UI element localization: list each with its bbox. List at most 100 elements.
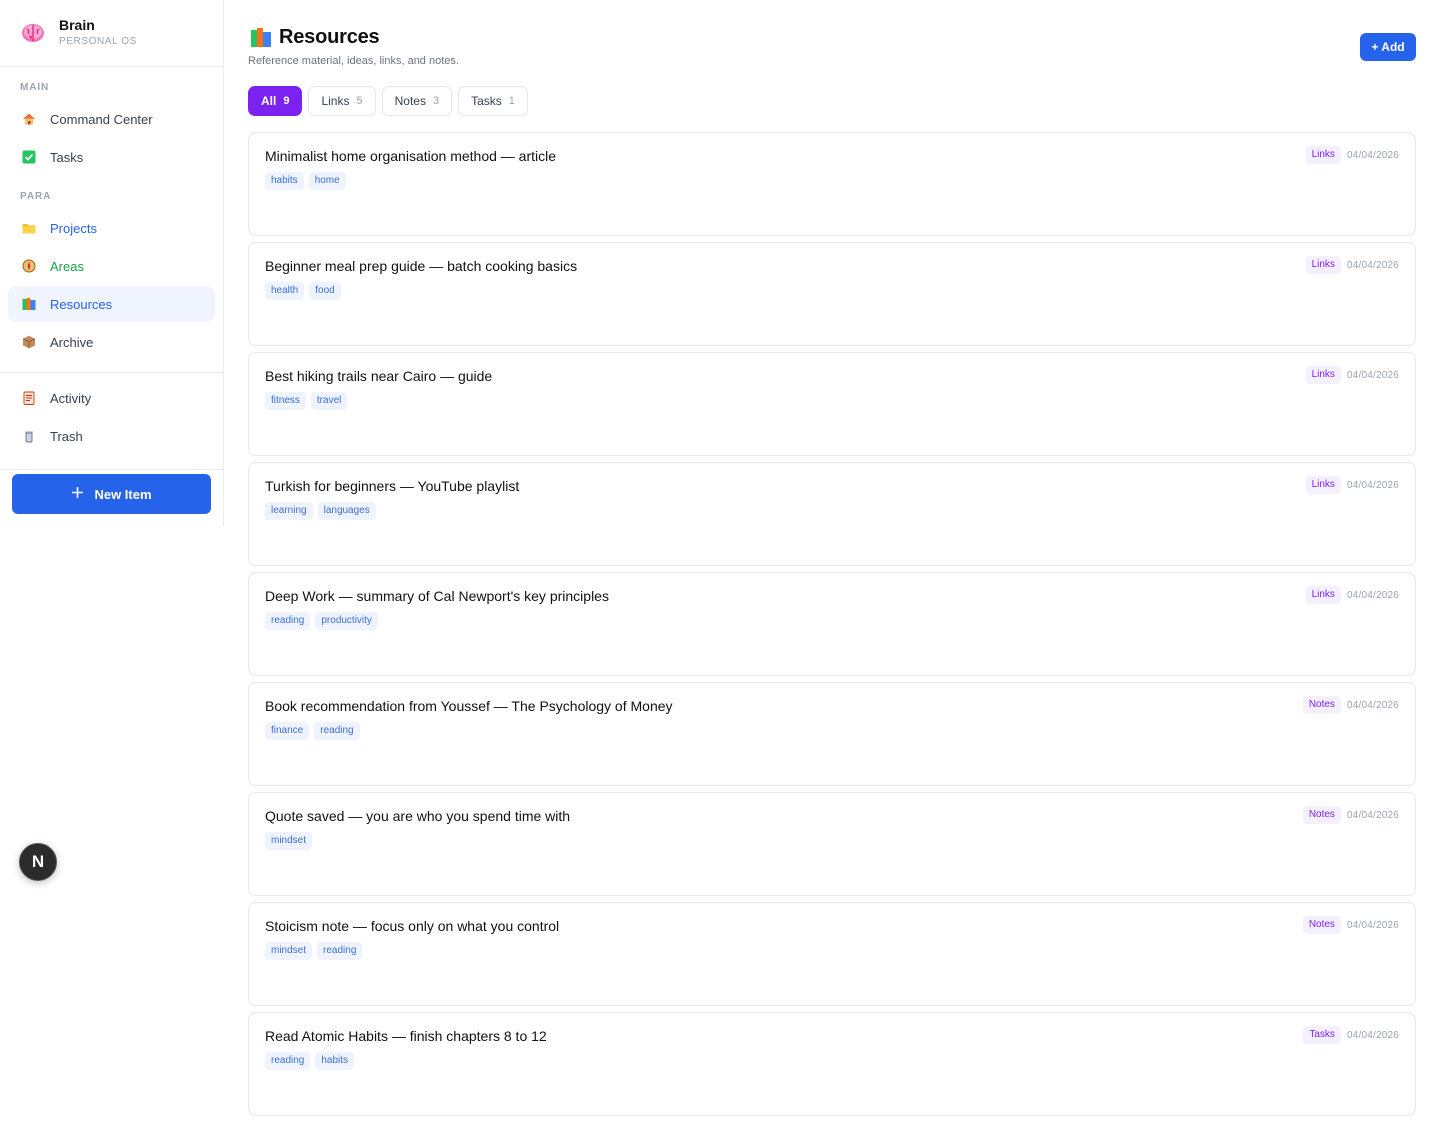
sidebar-item-archive[interactable]: Archive — [8, 324, 215, 360]
resource-date: 04/04/2026 — [1346, 149, 1399, 161]
resource-card[interactable]: Minimalist home organisation method — ar… — [248, 132, 1416, 236]
resource-date: 04/04/2026 — [1346, 479, 1399, 491]
sidebar-item-projects[interactable]: Projects — [8, 210, 215, 246]
add-button[interactable]: + Add — [1360, 33, 1416, 61]
type-badge: Notes — [1302, 696, 1341, 714]
main-content: Resources Reference material, ideas, lin… — [248, 0, 1416, 1116]
resource-title: Book recommendation from Youssef — The P… — [265, 698, 673, 714]
sidebar-item-label: Tasks — [50, 149, 84, 165]
resource-date: 04/04/2026 — [1346, 259, 1399, 271]
sidebar-item-activity[interactable]: Activity — [8, 380, 215, 416]
sidebar-item-areas[interactable]: Areas — [8, 248, 215, 284]
resource-card[interactable]: Turkish for beginners — YouTube playlist… — [248, 462, 1416, 566]
resource-title: Turkish for beginners — YouTube playlist — [265, 478, 520, 494]
resource-title: Quote saved — you are who you spend time… — [265, 808, 571, 824]
clipboard-icon — [22, 391, 36, 405]
resource-card[interactable]: Best hiking trails near Cairo — guide fi… — [248, 352, 1416, 456]
resource-date: 04/04/2026 — [1346, 809, 1399, 821]
package-icon — [22, 335, 36, 349]
sidebar-item-label: Resources — [50, 296, 113, 312]
sidebar-item-resources[interactable]: Resources — [8, 286, 215, 322]
tag[interactable]: languages — [317, 502, 376, 520]
tag-list: learning languages — [265, 502, 376, 520]
type-badge: Notes — [1302, 916, 1341, 934]
tag[interactable]: travel — [310, 392, 348, 410]
compass-icon — [22, 259, 36, 273]
filter-tab-tasks[interactable]: Tasks 1 — [458, 86, 528, 116]
resource-title: Beginner meal prep guide — batch cooking… — [265, 258, 578, 274]
sidebar-item-label: Archive — [50, 334, 94, 350]
resource-card[interactable]: Beginner meal prep guide — batch cooking… — [248, 242, 1416, 346]
tag[interactable]: learning — [265, 502, 313, 520]
resource-card[interactable]: Deep Work — summary of Cal Newport's key… — [248, 572, 1416, 676]
tag[interactable]: finance — [265, 722, 310, 740]
tag[interactable]: productivity — [315, 612, 378, 630]
tag[interactable]: habits — [315, 1052, 355, 1070]
tag[interactable]: reading — [317, 942, 363, 960]
sidebar-item-trash[interactable]: Trash — [8, 418, 215, 454]
resource-date: 04/04/2026 — [1346, 589, 1399, 601]
resource-meta: Links 04/04/2026 — [1305, 146, 1399, 164]
filter-tabs: All 9 Links 5 Notes 3 Tasks 1 — [248, 86, 528, 116]
filter-count: 1 — [508, 95, 515, 107]
new-item-button[interactable]: New Item — [12, 474, 211, 514]
sidebar: Brain PERSONAL OS MAIN Command Center Ta… — [0, 0, 224, 526]
type-badge: Links — [1305, 366, 1341, 384]
sidebar-item-command-center[interactable]: Command Center — [8, 101, 215, 137]
trash-icon — [22, 429, 36, 443]
tag[interactable]: health — [265, 282, 305, 300]
resource-card[interactable]: Stoicism note — focus only on what you c… — [248, 902, 1416, 1006]
resource-card[interactable]: Quote saved — you are who you spend time… — [248, 792, 1416, 896]
tag-list: habits home — [265, 172, 346, 190]
tag[interactable]: mindset — [265, 942, 313, 960]
type-badge: Links — [1305, 586, 1341, 604]
filter-count: 5 — [356, 95, 363, 107]
type-badge: Tasks — [1303, 1026, 1341, 1044]
section-label-main: MAIN — [20, 82, 50, 93]
resource-title: Stoicism note — focus only on what you c… — [265, 918, 560, 934]
tag-list: health food — [265, 282, 341, 300]
filter-tab-notes[interactable]: Notes 3 — [381, 86, 453, 116]
tag[interactable]: mindset — [265, 832, 313, 850]
tag[interactable]: reading — [265, 612, 311, 630]
brand-subtitle: PERSONAL OS — [59, 36, 137, 47]
resource-title: Read Atomic Habits — finish chapters 8 t… — [265, 1028, 547, 1044]
tag-list: mindset reading — [265, 942, 363, 960]
sidebar-item-label: Command Center — [50, 111, 153, 127]
resource-meta: Links 04/04/2026 — [1305, 476, 1399, 494]
filter-count: 3 — [432, 95, 440, 107]
tag[interactable]: food — [309, 282, 341, 300]
resource-meta: Notes 04/04/2026 — [1302, 916, 1399, 934]
type-badge: Links — [1305, 256, 1341, 274]
check-box-icon — [22, 150, 36, 164]
resource-card[interactable]: Book recommendation from Youssef — The P… — [248, 682, 1416, 786]
resource-title: Minimalist home organisation method — ar… — [265, 148, 557, 164]
resource-date: 04/04/2026 — [1346, 919, 1399, 931]
filter-tab-links[interactable]: Links 5 — [308, 86, 376, 116]
folder-icon — [22, 221, 36, 235]
sidebar-item-tasks[interactable]: Tasks — [8, 139, 215, 175]
books-icon — [250, 27, 272, 49]
resource-date: 04/04/2026 — [1346, 1029, 1399, 1041]
resource-card[interactable]: Read Atomic Habits — finish chapters 8 t… — [248, 1012, 1416, 1116]
tag[interactable]: habits — [265, 172, 304, 190]
tag[interactable]: fitness — [265, 392, 306, 410]
resource-title: Best hiking trails near Cairo — guide — [265, 368, 493, 384]
filter-label: All — [261, 94, 277, 108]
n-logo-icon: N — [31, 852, 45, 871]
tag-list: fitness travel — [265, 392, 348, 410]
tag[interactable]: reading — [265, 1052, 311, 1070]
filter-label: Links — [321, 94, 350, 108]
tag[interactable]: reading — [314, 722, 360, 740]
sidebar-item-label: Areas — [50, 258, 84, 274]
brand[interactable]: Brain PERSONAL OS — [0, 0, 223, 67]
dev-tools-button[interactable]: N — [19, 843, 57, 881]
filter-count: 9 — [283, 95, 290, 107]
sidebar-item-label: Trash — [50, 428, 83, 444]
tag-list: reading productivity — [265, 612, 378, 630]
tag[interactable]: home — [308, 172, 346, 190]
page-subtitle: Reference material, ideas, links, and no… — [248, 55, 459, 67]
filter-tab-all[interactable]: All 9 — [248, 86, 303, 116]
section-label-para: PARA — [20, 191, 52, 202]
house-icon — [22, 112, 36, 126]
